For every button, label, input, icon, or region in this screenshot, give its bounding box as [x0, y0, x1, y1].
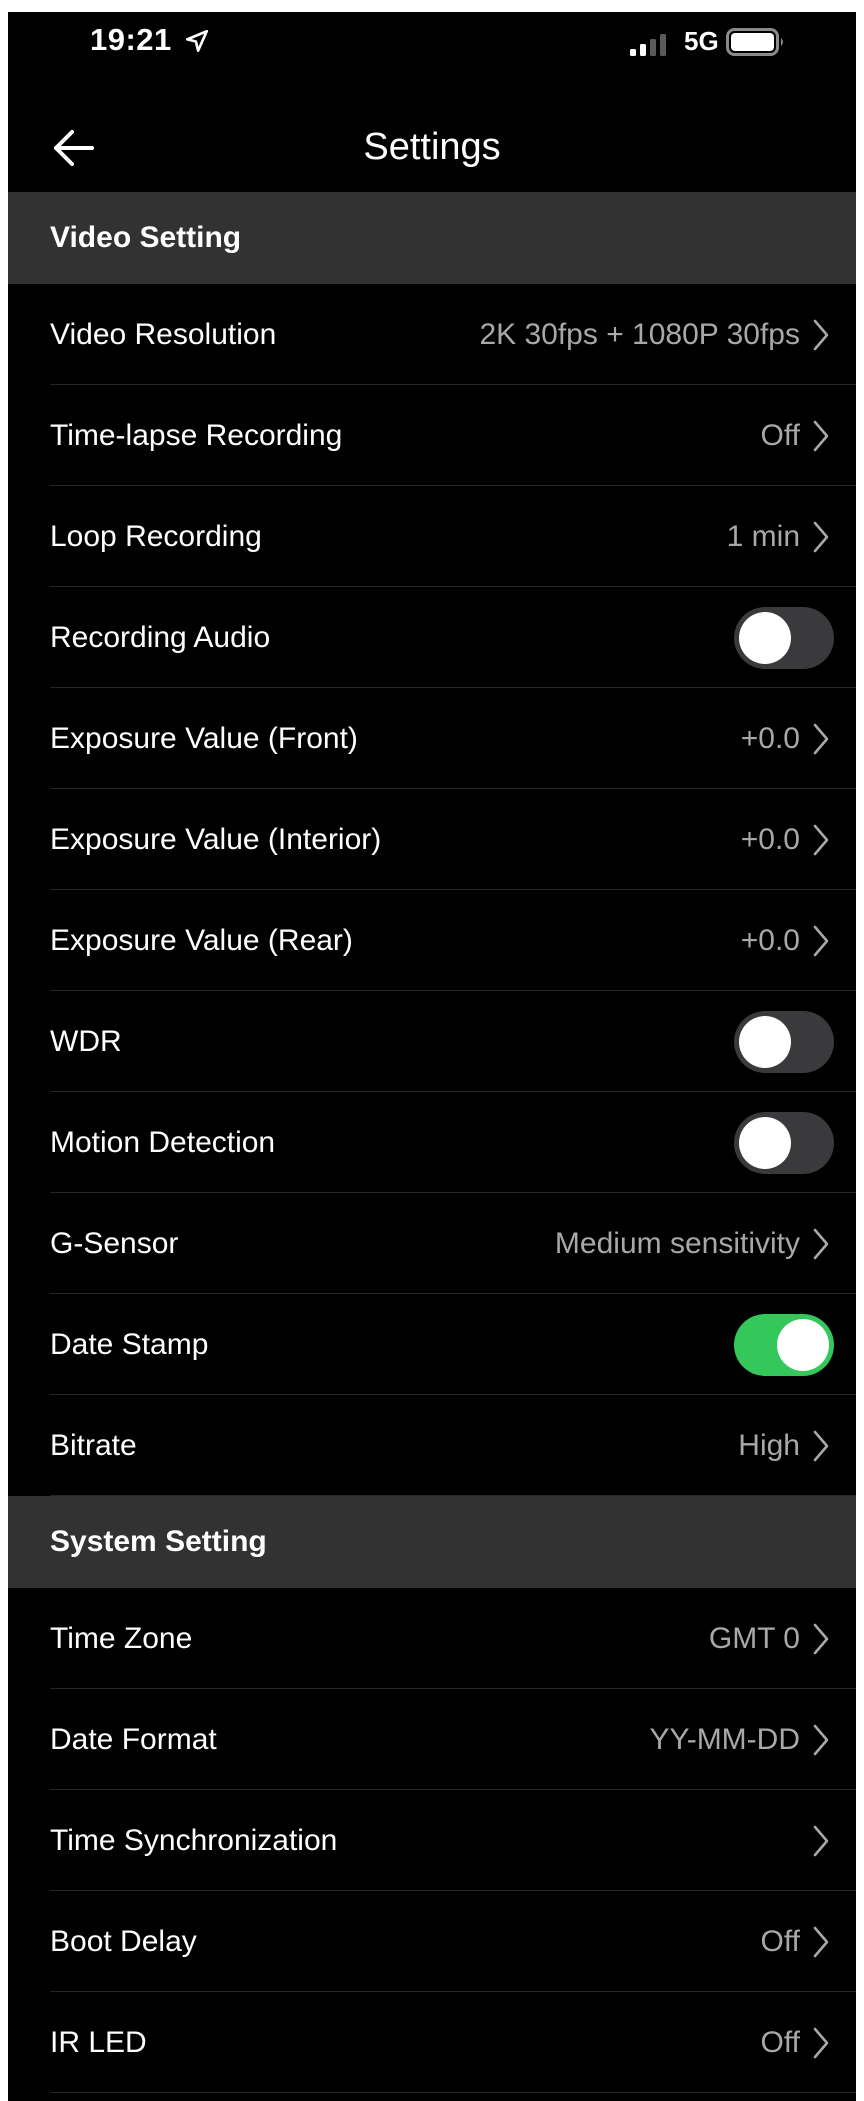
setting-row-date-format[interactable]: Date Format YY-MM-DD [8, 1689, 856, 1790]
chevron-right-icon [813, 1228, 829, 1259]
setting-label: Loop Recording [50, 519, 262, 553]
network-label: 5G [684, 26, 719, 56]
setting-value: High [738, 1428, 800, 1462]
section-header-system-setting: System Setting [8, 1496, 856, 1588]
setting-value: 2K 30fps + 1080P 30fps [479, 317, 800, 351]
setting-value: YY-MM-DD [649, 1722, 800, 1756]
toggle-switch[interactable] [734, 1313, 834, 1376]
setting-row-motion-detection[interactable]: Motion Detection [8, 1092, 856, 1193]
setting-label: Time-lapse Recording [50, 418, 343, 452]
setting-value: +0.0 [740, 822, 800, 856]
setting-label: Boot Delay [50, 1924, 197, 1958]
setting-value: Off [760, 1924, 800, 1958]
toggle-knob [739, 1116, 791, 1169]
setting-row-ir-led[interactable]: IR LED Off [8, 1992, 856, 2093]
chevron-right-icon [813, 521, 829, 552]
setting-value: Off [760, 418, 800, 452]
setting-value: Medium sensitivity [554, 1226, 800, 1260]
toggle-knob [777, 1318, 829, 1371]
chevron-right-icon [813, 2027, 829, 2058]
setting-row-time-zone[interactable]: Time Zone GMT 0 [8, 1588, 856, 1689]
page-title: Settings [363, 126, 501, 168]
setting-row-bitrate[interactable]: Bitrate High [8, 1395, 856, 1496]
setting-row-time-synchronization[interactable]: Time Synchronization [8, 1790, 856, 1891]
setting-label: G-Sensor [50, 1226, 179, 1260]
settings-list: Video Setting Video Resolution 2K 30fps + … [8, 192, 856, 2093]
setting-row-loop-recording[interactable]: Loop Recording 1 min [8, 486, 856, 587]
phone-screen: 19:21 5G Settings Video Setting Video Res… [8, 12, 856, 2101]
setting-label: Date Stamp [50, 1327, 209, 1361]
setting-row-g-sensor[interactable]: G-Sensor Medium sensitivity [8, 1193, 856, 1294]
setting-row-date-stamp[interactable]: Date Stamp [8, 1294, 856, 1395]
setting-row-recording-audio[interactable]: Recording Audio [8, 587, 856, 688]
toggle-switch[interactable] [734, 606, 834, 669]
setting-label: Exposure Value (Interior) [50, 822, 382, 856]
setting-value: GMT 0 [708, 1621, 800, 1655]
setting-value: 1 min [726, 519, 800, 553]
chevron-right-icon [813, 420, 829, 451]
setting-value: +0.0 [740, 923, 800, 957]
setting-label: Video Resolution [50, 317, 277, 351]
chevron-right-icon [813, 1926, 829, 1957]
setting-label: Bitrate [50, 1428, 137, 1462]
chevron-right-icon [813, 723, 829, 754]
chevron-right-icon [813, 1724, 829, 1755]
setting-label: Exposure Value (Rear) [50, 923, 353, 957]
setting-row-exposure-value-interior[interactable]: Exposure Value (Interior) +0.0 [8, 789, 856, 890]
setting-label: WDR [50, 1024, 122, 1058]
status-time: 19:21 [90, 22, 172, 57]
chevron-right-icon [813, 824, 829, 855]
chevron-right-icon [813, 1825, 829, 1856]
toggle-knob [739, 1015, 791, 1068]
chevron-right-icon [813, 925, 829, 956]
setting-row-exposure-value-rear[interactable]: Exposure Value (Rear) +0.0 [8, 890, 856, 991]
setting-label: Date Format [50, 1722, 217, 1756]
setting-label: Motion Detection [50, 1125, 276, 1159]
section-header-video-setting: Video Setting [8, 192, 856, 284]
setting-row-boot-delay[interactable]: Boot Delay Off [8, 1891, 856, 1992]
setting-row-time-lapse-recording[interactable]: Time-lapse Recording Off [8, 385, 856, 486]
setting-label: Time Zone [50, 1621, 193, 1655]
chevron-right-icon [813, 1430, 829, 1461]
setting-label: IR LED [50, 2025, 147, 2059]
setting-label: Exposure Value (Front) [50, 721, 358, 755]
navigation-bar: Settings [8, 92, 856, 206]
chevron-right-icon [813, 1623, 829, 1654]
chevron-right-icon [813, 319, 829, 350]
setting-row-exposure-value-front[interactable]: Exposure Value (Front) +0.0 [8, 688, 856, 789]
setting-row-video-resolution[interactable]: Video Resolution 2K 30fps + 1080P 30fps [8, 284, 856, 385]
setting-label: Recording Audio [50, 620, 271, 654]
setting-label: Time Synchronization [50, 1823, 338, 1857]
toggle-knob [739, 611, 791, 664]
setting-value: +0.0 [740, 721, 800, 755]
toggle-switch[interactable] [734, 1111, 834, 1174]
status-bar: 19:21 5G [8, 12, 856, 92]
signal-bars-icon [630, 34, 666, 56]
setting-row-wdr[interactable]: WDR [8, 991, 856, 1092]
setting-value: Off [760, 2025, 800, 2059]
location-arrow-icon [185, 29, 209, 53]
battery-icon [726, 28, 783, 56]
toggle-switch[interactable] [734, 1010, 834, 1073]
